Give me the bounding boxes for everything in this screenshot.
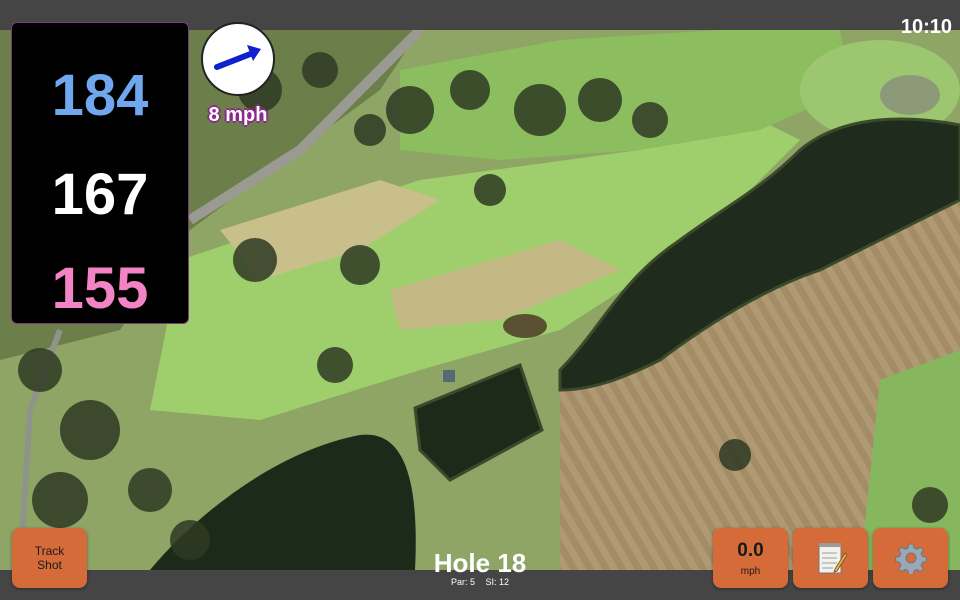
- hole-info: Par: 5 SI: 12: [400, 577, 560, 587]
- settings-button[interactable]: [873, 528, 948, 588]
- distance-panel: 184 167 155: [11, 22, 189, 324]
- notepad-icon: [818, 543, 847, 574]
- middle-distance: 167: [51, 162, 149, 227]
- front-distance: 155: [51, 256, 149, 321]
- hole-par: Par: 5: [450, 577, 475, 587]
- wind-compass: [201, 22, 275, 96]
- track-shot-label-line2: Shot: [37, 558, 62, 572]
- track-shot-button[interactable]: Track Shot: [12, 528, 87, 588]
- status-clock: 10:10: [900, 16, 952, 38]
- speed-unit: mph: [740, 565, 761, 577]
- hole-stroke-index: SI: 12: [485, 577, 510, 587]
- notes-button[interactable]: [793, 528, 868, 588]
- wind-speed-label: 8 mph: [208, 104, 268, 126]
- arrow-icon: [214, 45, 261, 70]
- gear-icon: [894, 543, 927, 574]
- back-distance: 184: [51, 63, 149, 128]
- speed-button[interactable]: 0.0 mph: [713, 528, 788, 588]
- speed-value: 0.0: [737, 539, 764, 561]
- hole-title: Hole 18: [433, 548, 527, 578]
- track-shot-label-line1: Track: [34, 544, 65, 558]
